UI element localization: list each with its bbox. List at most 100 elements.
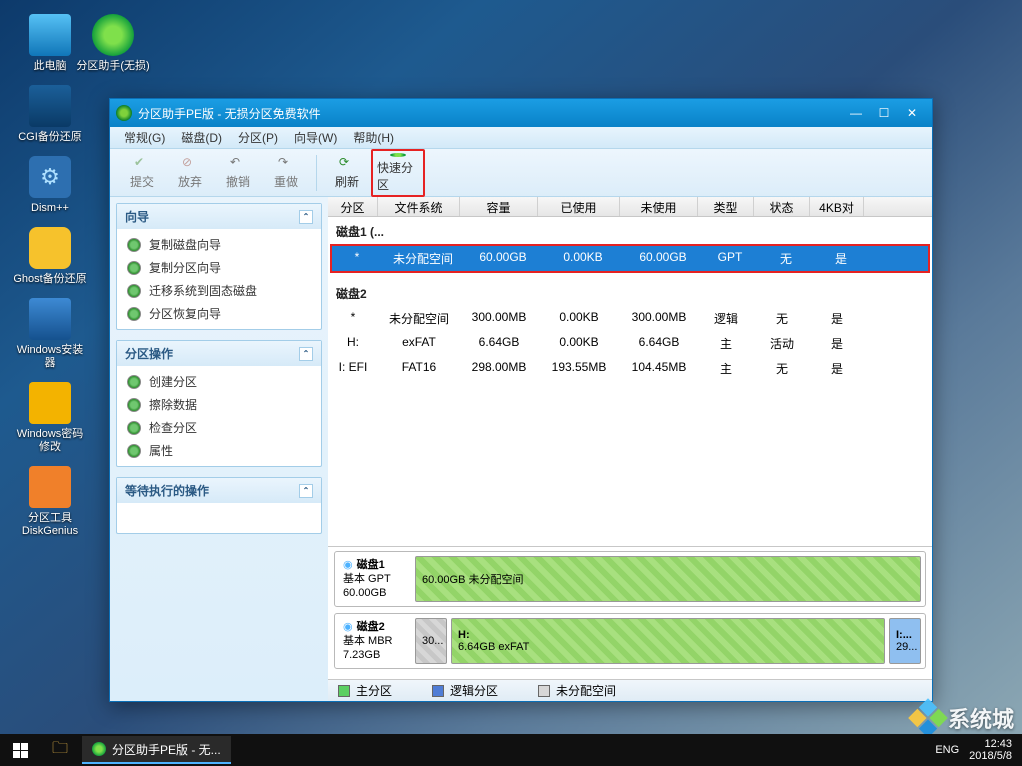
wizard-migrate-ssd[interactable]: 迁移系统到固态磁盘 <box>117 279 321 302</box>
table-row[interactable]: H:exFAT6.64GB0.00KB6.64GB主活动是 <box>328 331 932 356</box>
check-icon: ✔ <box>134 155 150 171</box>
shield-icon <box>127 238 141 252</box>
disk2-title[interactable]: 磁盘2 <box>328 279 932 306</box>
op-check-partition[interactable]: 检查分区 <box>117 416 321 439</box>
refresh-icon: ⟳ <box>339 155 355 171</box>
redo-icon: ↷ <box>278 155 294 171</box>
shield-icon <box>127 398 141 412</box>
toolbar-separator <box>316 155 317 191</box>
menu-general[interactable]: 常规(G) <box>116 127 173 148</box>
legend-primary: 主分区 <box>338 682 392 699</box>
legend-unallocated: 未分配空间 <box>538 682 616 699</box>
grid-body: 磁盘1 (... * 未分配空间 60.00GB 0.00KB 60.00GB … <box>328 217 932 546</box>
grid-header: 分区 文件系统 容量 已使用 未使用 类型 状态 4KB对齐 <box>328 197 932 217</box>
desktop-icon-wininstall[interactable]: Windows安装器 <box>13 298 87 370</box>
close-button[interactable]: ✕ <box>898 104 926 122</box>
menu-partition[interactable]: 分区(P) <box>230 127 286 148</box>
wizard-copy-disk[interactable]: 复制磁盘向导 <box>117 233 321 256</box>
disk-visualization: ◉磁盘1 基本 GPT 60.00GB 60.00GB 未分配空间 ◉磁盘2 基… <box>328 546 932 679</box>
disk1-info: ◉磁盘1 基本 GPT 60.00GB <box>339 556 415 602</box>
right-pane: 分区 文件系统 容量 已使用 未使用 类型 状态 4KB对齐 磁盘1 (... … <box>328 197 932 701</box>
shield-icon <box>127 421 141 435</box>
shield-icon <box>127 444 141 458</box>
left-pane: 向导 ⌃ 复制磁盘向导 复制分区向导 迁移系统到固态磁盘 分区恢复向导 分区操作 ⌃… <box>110 197 328 701</box>
app-icon <box>92 742 106 756</box>
undo-icon: ↶ <box>230 155 246 171</box>
disk-icon: ◉ <box>343 620 353 634</box>
menu-wizard[interactable]: 向导(W) <box>286 127 345 148</box>
desktop-icon-dism[interactable]: ⚙Dism++ <box>13 156 87 215</box>
partition-ops-title: 分区操作 <box>125 345 173 362</box>
menu-disk[interactable]: 磁盘(D) <box>173 127 230 148</box>
desktop-icon-ghost[interactable]: Ghost备份还原 <box>13 227 87 286</box>
maximize-button[interactable]: ☐ <box>870 104 898 122</box>
disk2-info: ◉磁盘2 基本 MBR 7.23GB <box>339 618 415 664</box>
toolbar: ✔提交 ⊘放弃 ↶撤销 ↷重做 ⟳刷新 快速分区 <box>110 149 932 197</box>
desktop-icon-winpwd[interactable]: Windows密码修改 <box>13 382 87 454</box>
menu-help[interactable]: 帮助(H) <box>345 127 402 148</box>
selection-highlight: * 未分配空间 60.00GB 0.00KB 60.00GB GPT 无 是 <box>330 244 930 273</box>
redo-button[interactable]: ↷重做 <box>264 152 308 194</box>
disk-icon: ◉ <box>343 558 353 572</box>
legend-logical: 逻辑分区 <box>432 682 498 699</box>
col-used[interactable]: 已使用 <box>538 197 620 216</box>
shield-icon <box>127 307 141 321</box>
ime-indicator[interactable]: ENG <box>935 744 959 756</box>
disk1-part-unalloc[interactable]: 60.00GB 未分配空间 <box>415 556 921 602</box>
col-4kalign[interactable]: 4KB对齐 <box>810 197 864 216</box>
wizard-copy-partition[interactable]: 复制分区向导 <box>117 256 321 279</box>
disk2-part-i[interactable]: I:...29... <box>889 618 921 664</box>
disk1-title[interactable]: 磁盘1 (... <box>328 217 932 244</box>
undo-button[interactable]: ↶撤销 <box>216 152 260 194</box>
col-filesystem[interactable]: 文件系统 <box>378 197 460 216</box>
commit-button[interactable]: ✔提交 <box>120 152 164 194</box>
partition-ops-panel: 分区操作 ⌃ 创建分区 擦除数据 检查分区 属性 <box>116 340 322 467</box>
shield-icon <box>127 375 141 389</box>
system-clock[interactable]: 12:43 2018/5/8 <box>969 738 1012 762</box>
folder-icon: 🗀 <box>52 737 68 764</box>
quick-partition-icon <box>390 153 406 157</box>
pending-title: 等待执行的操作 <box>125 482 209 499</box>
taskbar-app-task[interactable]: 分区助手PE版 - 无... <box>82 736 231 764</box>
taskbar-explorer[interactable]: 🗀 <box>40 734 80 766</box>
disk2-part-h[interactable]: H:6.64GB exFAT <box>451 618 885 664</box>
highlight-annotation: 快速分区 <box>371 149 425 197</box>
table-row[interactable]: *未分配空间300.00MB0.00KB300.00MB逻辑无是 <box>328 306 932 331</box>
window-title: 分区助手PE版 - 无损分区免费软件 <box>138 105 321 122</box>
minimize-button[interactable]: — <box>842 104 870 122</box>
collapse-icon[interactable]: ⌃ <box>299 484 313 498</box>
desktop-icon-diskgenius[interactable]: 分区工具DiskGenius <box>13 466 87 538</box>
quick-partition-button[interactable]: 快速分区 <box>376 152 420 194</box>
collapse-icon[interactable]: ⌃ <box>299 210 313 224</box>
disk2-part-unalloc[interactable]: 30... <box>415 618 447 664</box>
cancel-icon: ⊘ <box>182 155 198 171</box>
app-window: 分区助手PE版 - 无损分区免费软件 — ☐ ✕ 常规(G) 磁盘(D) 分区(… <box>109 98 933 702</box>
start-button[interactable] <box>0 734 40 766</box>
taskbar: 🗀 分区助手PE版 - 无... ENG 12:43 2018/5/8 <box>0 734 1022 766</box>
table-row[interactable]: * 未分配空间 60.00GB 0.00KB 60.00GB GPT 无 是 <box>332 246 928 271</box>
op-create-partition[interactable]: 创建分区 <box>117 370 321 393</box>
desktop-icon-paassist[interactable]: 分区助手(无损) <box>76 14 150 73</box>
disk2-viz[interactable]: ◉磁盘2 基本 MBR 7.23GB 30... H:6.64GB exFAT … <box>334 613 926 669</box>
wizard-panel: 向导 ⌃ 复制磁盘向导 复制分区向导 迁移系统到固态磁盘 分区恢复向导 <box>116 203 322 330</box>
app-icon <box>116 105 132 121</box>
col-free[interactable]: 未使用 <box>620 197 698 216</box>
col-partition[interactable]: 分区 <box>328 197 378 216</box>
discard-button[interactable]: ⊘放弃 <box>168 152 212 194</box>
col-capacity[interactable]: 容量 <box>460 197 538 216</box>
shield-icon <box>127 261 141 275</box>
titlebar[interactable]: 分区助手PE版 - 无损分区免费软件 — ☐ ✕ <box>110 99 932 127</box>
table-row[interactable]: I: EFIFAT16298.00MB193.55MB104.45MB主无是 <box>328 356 932 381</box>
menubar: 常规(G) 磁盘(D) 分区(P) 向导(W) 帮助(H) <box>110 127 932 149</box>
wizard-panel-title: 向导 <box>125 208 149 225</box>
op-properties[interactable]: 属性 <box>117 439 321 462</box>
refresh-button[interactable]: ⟳刷新 <box>325 152 369 194</box>
disk1-viz[interactable]: ◉磁盘1 基本 GPT 60.00GB 60.00GB 未分配空间 <box>334 551 926 607</box>
windows-logo-icon <box>13 743 28 758</box>
col-status[interactable]: 状态 <box>754 197 810 216</box>
op-wipe-data[interactable]: 擦除数据 <box>117 393 321 416</box>
wizard-recover-partition[interactable]: 分区恢复向导 <box>117 302 321 325</box>
col-type[interactable]: 类型 <box>698 197 754 216</box>
desktop-icon-cgi[interactable]: CGI备份还原 <box>13 85 87 144</box>
collapse-icon[interactable]: ⌃ <box>299 347 313 361</box>
